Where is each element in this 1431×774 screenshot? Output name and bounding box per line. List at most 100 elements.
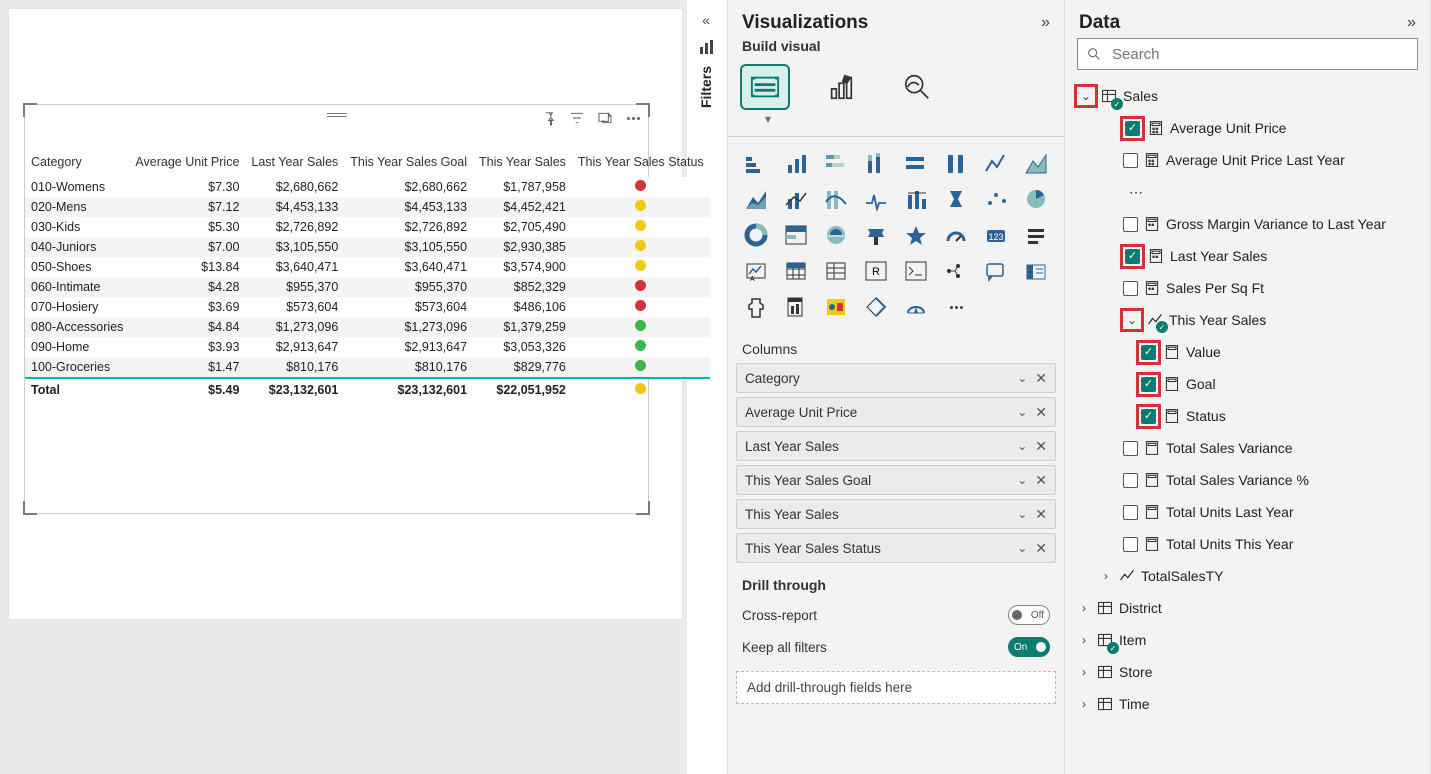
viz-type-icon[interactable] xyxy=(1020,257,1052,285)
viz-type-icon[interactable] xyxy=(1020,149,1052,177)
field-gross-margin-variance[interactable]: Gross Margin Variance to Last Year xyxy=(1073,208,1422,240)
field-well[interactable]: Average Unit Price⌄✕ xyxy=(736,397,1056,427)
field-average-unit-price[interactable]: Average Unit Price xyxy=(1073,112,1422,144)
viz-type-icon[interactable] xyxy=(820,293,852,321)
column-header[interactable]: This Year Sales xyxy=(473,151,572,177)
viz-type-icon[interactable] xyxy=(940,293,972,321)
hierarchy-this-year-sales[interactable]: ⌄ This Year Sales xyxy=(1073,304,1422,336)
cross-report-toggle[interactable]: Off xyxy=(1008,605,1050,625)
chevron-down-icon[interactable]: ⌄ xyxy=(1017,405,1027,419)
table-row[interactable]: 100-Groceries$1.47$810,176$810,176$829,7… xyxy=(25,357,710,378)
viz-type-icon[interactable] xyxy=(860,185,892,213)
chevron-down-icon[interactable]: ⌄ xyxy=(1017,473,1027,487)
viz-type-icon[interactable] xyxy=(860,293,892,321)
field-total-sales-variance-pct[interactable]: Total Sales Variance % xyxy=(1073,464,1422,496)
chevron-down-icon[interactable]: ⌄ xyxy=(1017,541,1027,555)
column-header[interactable]: This Year Sales Goal xyxy=(344,151,473,177)
remove-field-icon[interactable]: ✕ xyxy=(1035,507,1047,521)
build-visual-mode[interactable] xyxy=(742,66,788,108)
table-row[interactable]: 060-Intimate$4.28$955,370$955,370$852,32… xyxy=(25,277,710,297)
remove-field-icon[interactable]: ✕ xyxy=(1035,473,1047,487)
viz-type-icon[interactable] xyxy=(900,149,932,177)
field-well[interactable]: Category⌄✕ xyxy=(736,363,1056,393)
table-row[interactable]: 050-Shoes$13.84$3,640,471$3,640,471$3,57… xyxy=(25,257,710,277)
viz-type-icon[interactable] xyxy=(900,257,932,285)
expand-chevron-icon[interactable]: « xyxy=(702,12,710,28)
viz-type-icon[interactable] xyxy=(820,149,852,177)
table-row[interactable]: 090-Home$3.93$2,913,647$2,913,647$3,053,… xyxy=(25,337,710,357)
viz-type-icon[interactable] xyxy=(820,221,852,249)
remove-field-icon[interactable]: ✕ xyxy=(1035,371,1047,385)
field-last-year-sales[interactable]: Last Year Sales xyxy=(1073,240,1422,272)
field-well[interactable]: This Year Sales⌄✕ xyxy=(736,499,1056,529)
viz-type-icon[interactable]: 123 xyxy=(980,221,1012,249)
viz-type-icon[interactable] xyxy=(940,257,972,285)
measure-total-sales-ty[interactable]: › TotalSalesTY xyxy=(1073,560,1422,592)
viz-type-icon[interactable] xyxy=(740,293,772,321)
table-sales[interactable]: ⌄ Sales xyxy=(1073,80,1422,112)
viz-type-icon[interactable] xyxy=(1020,221,1052,249)
field-well[interactable]: This Year Sales Goal⌄✕ xyxy=(736,465,1056,495)
remove-field-icon[interactable]: ✕ xyxy=(1035,405,1047,419)
field-sales-per-sqft[interactable]: Sales Per Sq Ft xyxy=(1073,272,1422,304)
viz-type-icon[interactable] xyxy=(780,257,812,285)
field-status[interactable]: Status xyxy=(1073,400,1422,432)
report-canvas[interactable]: CategoryAverage Unit PriceLast Year Sale… xyxy=(0,0,687,774)
viz-type-icon[interactable] xyxy=(740,149,772,177)
more-fields-ellipsis[interactable]: ⋯ xyxy=(1073,176,1422,208)
column-header[interactable]: This Year Sales Status xyxy=(572,151,710,177)
table-district[interactable]: › District xyxy=(1073,592,1422,624)
viz-type-icon[interactable]: R xyxy=(860,257,892,285)
viz-type-icon[interactable] xyxy=(1020,185,1052,213)
viz-type-icon[interactable] xyxy=(900,293,932,321)
column-header[interactable]: Last Year Sales xyxy=(245,151,344,177)
pin-icon[interactable] xyxy=(540,109,558,127)
drag-handle-icon[interactable] xyxy=(327,113,347,117)
viz-type-icon[interactable] xyxy=(980,185,1012,213)
viz-type-icon[interactable] xyxy=(780,221,812,249)
viz-type-icon[interactable] xyxy=(820,257,852,285)
viz-type-icon[interactable] xyxy=(860,221,892,249)
collapse-chevron-icon[interactable]: » xyxy=(1407,14,1416,32)
table-time[interactable]: › Time xyxy=(1073,688,1422,720)
viz-type-icon[interactable] xyxy=(940,149,972,177)
field-goal[interactable]: Goal xyxy=(1073,368,1422,400)
chevron-down-icon[interactable]: ⌄ xyxy=(1017,439,1027,453)
table-row[interactable]: 040-Juniors$7.00$3,105,550$3,105,550$2,9… xyxy=(25,237,710,257)
field-total-units-ty[interactable]: Total Units This Year xyxy=(1073,528,1422,560)
analytics-mode[interactable] xyxy=(894,66,940,108)
table-item[interactable]: › Item xyxy=(1073,624,1422,656)
drillthrough-drop-area[interactable]: Add drill-through fields here xyxy=(736,671,1056,704)
viz-type-icon[interactable] xyxy=(780,185,812,213)
field-total-sales-variance[interactable]: Total Sales Variance xyxy=(1073,432,1422,464)
viz-type-icon[interactable] xyxy=(980,149,1012,177)
viz-type-icon[interactable] xyxy=(900,221,932,249)
table-row[interactable]: 010-Womens$7.30$2,680,662$2,680,662$1,78… xyxy=(25,177,710,197)
chevron-down-icon[interactable]: ⌄ xyxy=(1017,507,1027,521)
viz-type-icon[interactable] xyxy=(820,185,852,213)
table-row[interactable]: 020-Mens$7.12$4,453,133$4,453,133$4,452,… xyxy=(25,197,710,217)
search-field[interactable] xyxy=(1077,38,1418,70)
column-header[interactable]: Average Unit Price xyxy=(129,151,245,177)
focus-mode-icon[interactable] xyxy=(596,109,614,127)
search-input[interactable] xyxy=(1110,45,1409,64)
filter-icon[interactable] xyxy=(568,109,586,127)
field-value[interactable]: Value xyxy=(1073,336,1422,368)
viz-type-icon[interactable] xyxy=(940,185,972,213)
table-visual[interactable]: CategoryAverage Unit PriceLast Year Sale… xyxy=(24,104,649,514)
chevron-down-icon[interactable]: ⌄ xyxy=(1017,371,1027,385)
keep-filters-toggle[interactable]: On xyxy=(1008,637,1050,657)
more-options-icon[interactable] xyxy=(624,109,642,127)
viz-type-icon[interactable] xyxy=(780,293,812,321)
format-visual-mode[interactable] xyxy=(818,66,864,108)
viz-type-icon[interactable]: A xyxy=(740,257,772,285)
viz-type-icon[interactable] xyxy=(740,221,772,249)
field-well[interactable]: Last Year Sales⌄✕ xyxy=(736,431,1056,461)
viz-type-icon[interactable] xyxy=(980,257,1012,285)
table-store[interactable]: › Store xyxy=(1073,656,1422,688)
field-total-units-ly[interactable]: Total Units Last Year xyxy=(1073,496,1422,528)
viz-type-icon[interactable] xyxy=(900,185,932,213)
table-row[interactable]: 030-Kids$5.30$2,726,892$2,726,892$2,705,… xyxy=(25,217,710,237)
viz-type-icon[interactable] xyxy=(780,149,812,177)
viz-type-icon[interactable] xyxy=(940,221,972,249)
